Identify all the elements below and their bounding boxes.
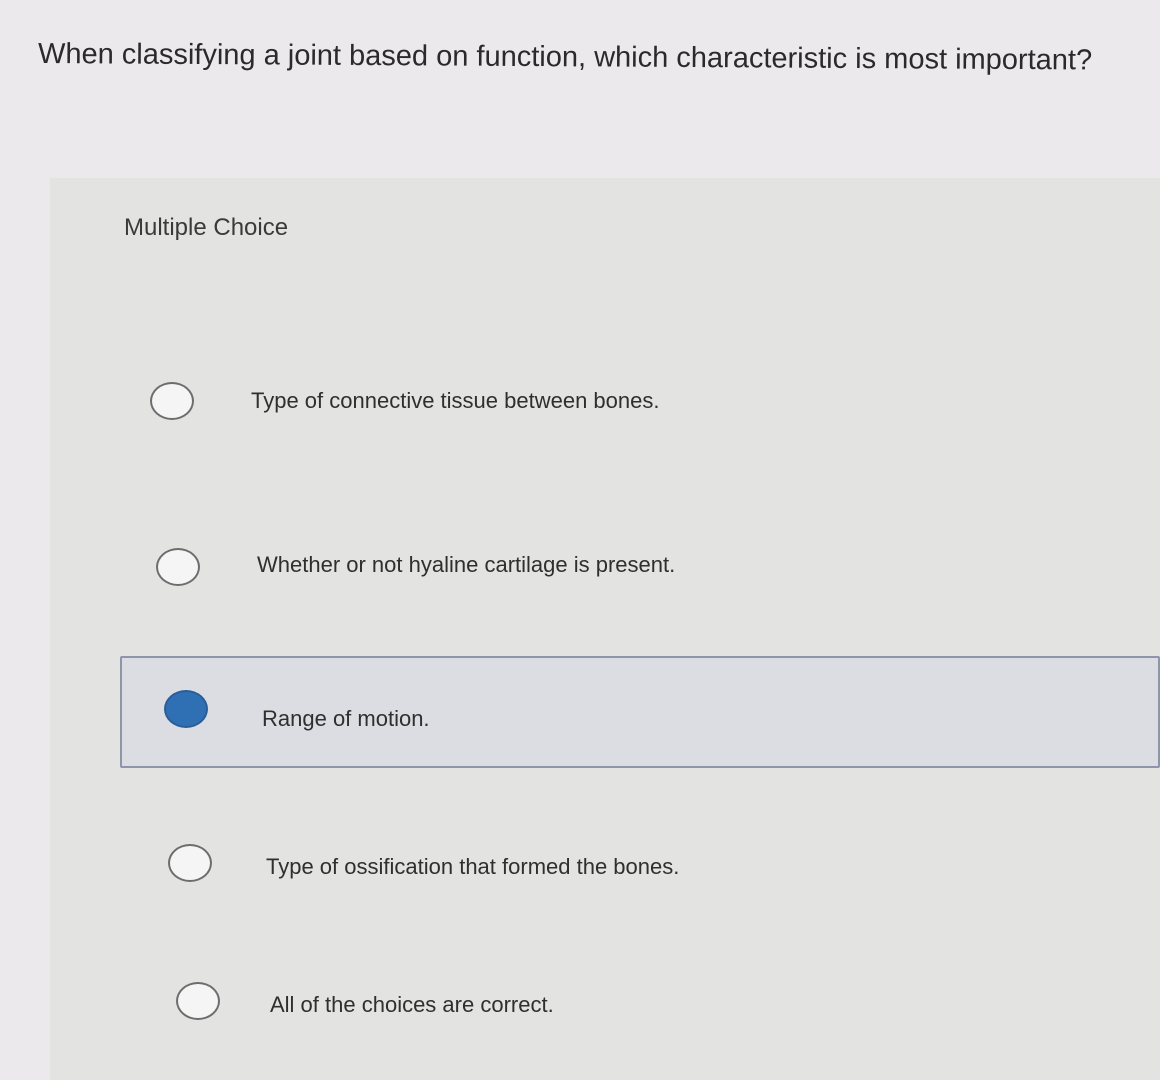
answer-option-3-selected[interactable]: Range of motion. [120,656,1160,768]
answer-option-2[interactable]: Whether or not hyaline cartilage is pres… [112,518,1112,618]
answer-choices: Type of connective tissue between bones.… [0,0,1160,1080]
radio-button[interactable] [168,844,212,882]
answer-option-4-label: Type of ossification that formed the bon… [266,854,680,879]
radio-button[interactable] [156,548,200,586]
answer-option-1-label: Type of connective tissue between bones. [251,388,660,413]
answer-option-2-label: Whether or not hyaline cartilage is pres… [257,552,676,577]
answer-option-1[interactable]: Type of connective tissue between bones. [108,350,1108,450]
radio-button-selected[interactable] [164,690,208,728]
answer-option-5-label: All of the choices are correct. [270,992,554,1017]
radio-button[interactable] [150,382,194,420]
answer-option-4[interactable]: Type of ossification that formed the bon… [122,816,1122,916]
radio-button[interactable] [176,982,220,1020]
answer-option-3-label: Range of motion. [262,706,430,731]
answer-option-5[interactable]: All of the choices are correct. [130,948,1130,1048]
